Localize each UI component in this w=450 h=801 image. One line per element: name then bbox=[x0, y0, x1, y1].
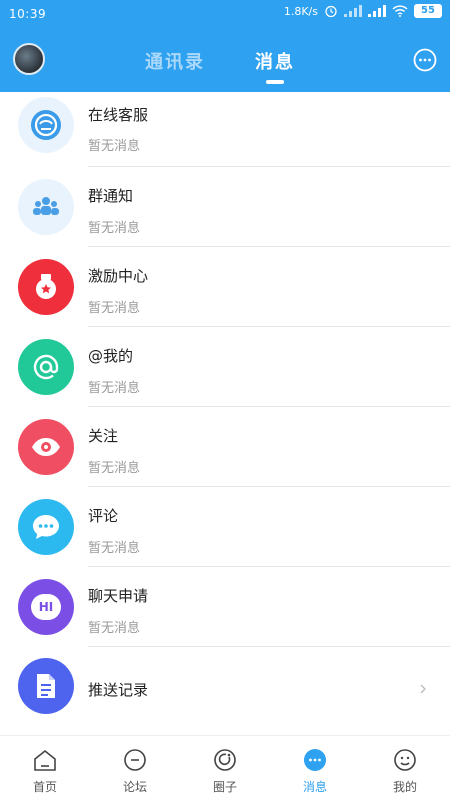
nav-label: 我的 bbox=[392, 780, 417, 794]
item-title: 激励中心 bbox=[88, 267, 149, 285]
item-subtitle: 暂无消息 bbox=[88, 621, 141, 636]
item-subtitle: 暂无消息 bbox=[88, 381, 141, 396]
list-item-incentive-center[interactable]: 激励中心 暂无消息 bbox=[0, 247, 450, 327]
item-title: 推送记录 bbox=[88, 681, 149, 699]
profile-icon bbox=[394, 749, 416, 771]
tab-contacts[interactable]: 通讯录 bbox=[145, 48, 205, 74]
item-title: 评论 bbox=[88, 507, 119, 525]
group-icon bbox=[18, 179, 74, 235]
item-subtitle: 暂无消息 bbox=[88, 221, 141, 236]
list-item-comments[interactable]: 评论 暂无消息 bbox=[0, 487, 450, 567]
bottom-nav: 首页 论坛 圈子 消息 我的 bbox=[0, 735, 450, 801]
nav-forum[interactable]: 论坛 bbox=[90, 736, 180, 801]
item-title: 关注 bbox=[88, 427, 119, 445]
item-title: 在线客服 bbox=[88, 106, 149, 124]
list-item-push-history[interactable]: 推送记录 bbox=[0, 647, 450, 727]
list-item-mentions[interactable]: @我的 暂无消息 bbox=[0, 327, 450, 407]
list-item-follow[interactable]: 关注 暂无消息 bbox=[0, 407, 450, 487]
wifi-icon bbox=[392, 5, 408, 17]
status-bar: 10:39 1.8K/s 55 bbox=[0, 0, 450, 30]
message-icon bbox=[304, 749, 326, 771]
nav-messages[interactable]: 消息 bbox=[270, 736, 360, 801]
alarm-icon bbox=[325, 5, 337, 18]
network-speed: 1.8K/s bbox=[283, 4, 318, 18]
battery-icon: 55 bbox=[414, 4, 442, 18]
status-time: 10:39 bbox=[9, 7, 47, 21]
at-icon bbox=[18, 339, 74, 395]
list-item-chat-request[interactable]: HI 聊天申请 暂无消息 bbox=[0, 567, 450, 647]
header-bar: 10:39 1.8K/s 55 通讯录 消息 bbox=[0, 0, 450, 92]
item-subtitle: 暂无消息 bbox=[88, 541, 141, 556]
item-title: 群通知 bbox=[88, 187, 134, 205]
avatar[interactable] bbox=[13, 43, 45, 75]
nav-label: 首页 bbox=[32, 780, 57, 794]
nav-circle[interactable]: 圈子 bbox=[180, 736, 270, 801]
chevron-right-icon bbox=[420, 684, 426, 694]
nav-bar: 通讯录 消息 bbox=[0, 30, 450, 92]
active-tab-indicator bbox=[266, 80, 284, 84]
message-list: 在线客服 暂无消息 群通知 暂无消息 激励中心 暂无消息 @我的 暂无消息 关注… bbox=[0, 92, 450, 727]
chat-bubble-icon[interactable] bbox=[413, 48, 437, 72]
hi-text: HI bbox=[31, 594, 61, 620]
badge-icon bbox=[18, 259, 74, 315]
eye-icon bbox=[18, 419, 74, 475]
nav-label: 消息 bbox=[302, 780, 327, 794]
item-title: @我的 bbox=[88, 347, 134, 365]
nav-label: 论坛 bbox=[122, 780, 147, 794]
item-subtitle: 暂无消息 bbox=[88, 461, 141, 476]
item-title: 聊天申请 bbox=[88, 587, 149, 605]
signal-hd-icon bbox=[368, 5, 386, 17]
nav-label: 圈子 bbox=[212, 780, 237, 794]
forum-icon bbox=[124, 749, 146, 771]
nav-home[interactable]: 首页 bbox=[0, 736, 90, 801]
signal-icon bbox=[344, 5, 362, 17]
item-subtitle: 暂无消息 bbox=[88, 301, 141, 316]
list-item-group-notice[interactable]: 群通知 暂无消息 bbox=[0, 167, 450, 247]
circle-icon bbox=[214, 749, 236, 771]
hi-icon: HI bbox=[18, 579, 74, 635]
comment-icon bbox=[18, 499, 74, 555]
item-subtitle: 暂无消息 bbox=[88, 139, 141, 154]
list-item-customer-service[interactable]: 在线客服 暂无消息 bbox=[0, 92, 450, 167]
customer-service-icon bbox=[18, 97, 74, 153]
home-icon bbox=[34, 749, 56, 771]
document-icon bbox=[18, 658, 74, 714]
nav-profile[interactable]: 我的 bbox=[360, 736, 450, 801]
tab-messages[interactable]: 消息 bbox=[255, 48, 295, 74]
